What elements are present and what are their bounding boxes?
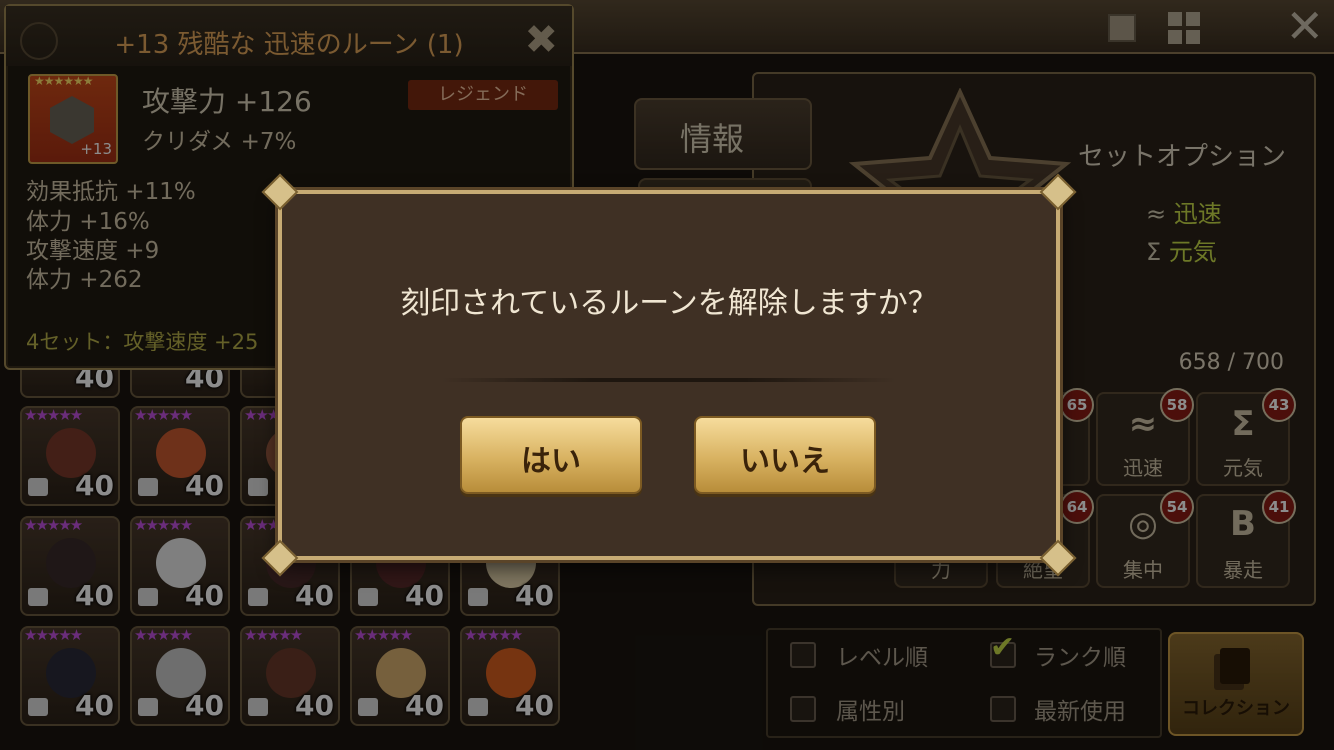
yes-button[interactable]: はい [460, 416, 642, 494]
dialog-divider [442, 378, 896, 382]
dialog-message: 刻印されているルーンを解除しますか？ [400, 286, 938, 321]
confirm-dialog: 刻印されているルーンを解除しますか？ はい いいえ [261, 173, 1077, 577]
no-button[interactable]: いいえ [694, 416, 876, 494]
no-button-label: いいえ [740, 444, 830, 479]
yes-button-label: はい [521, 444, 581, 479]
